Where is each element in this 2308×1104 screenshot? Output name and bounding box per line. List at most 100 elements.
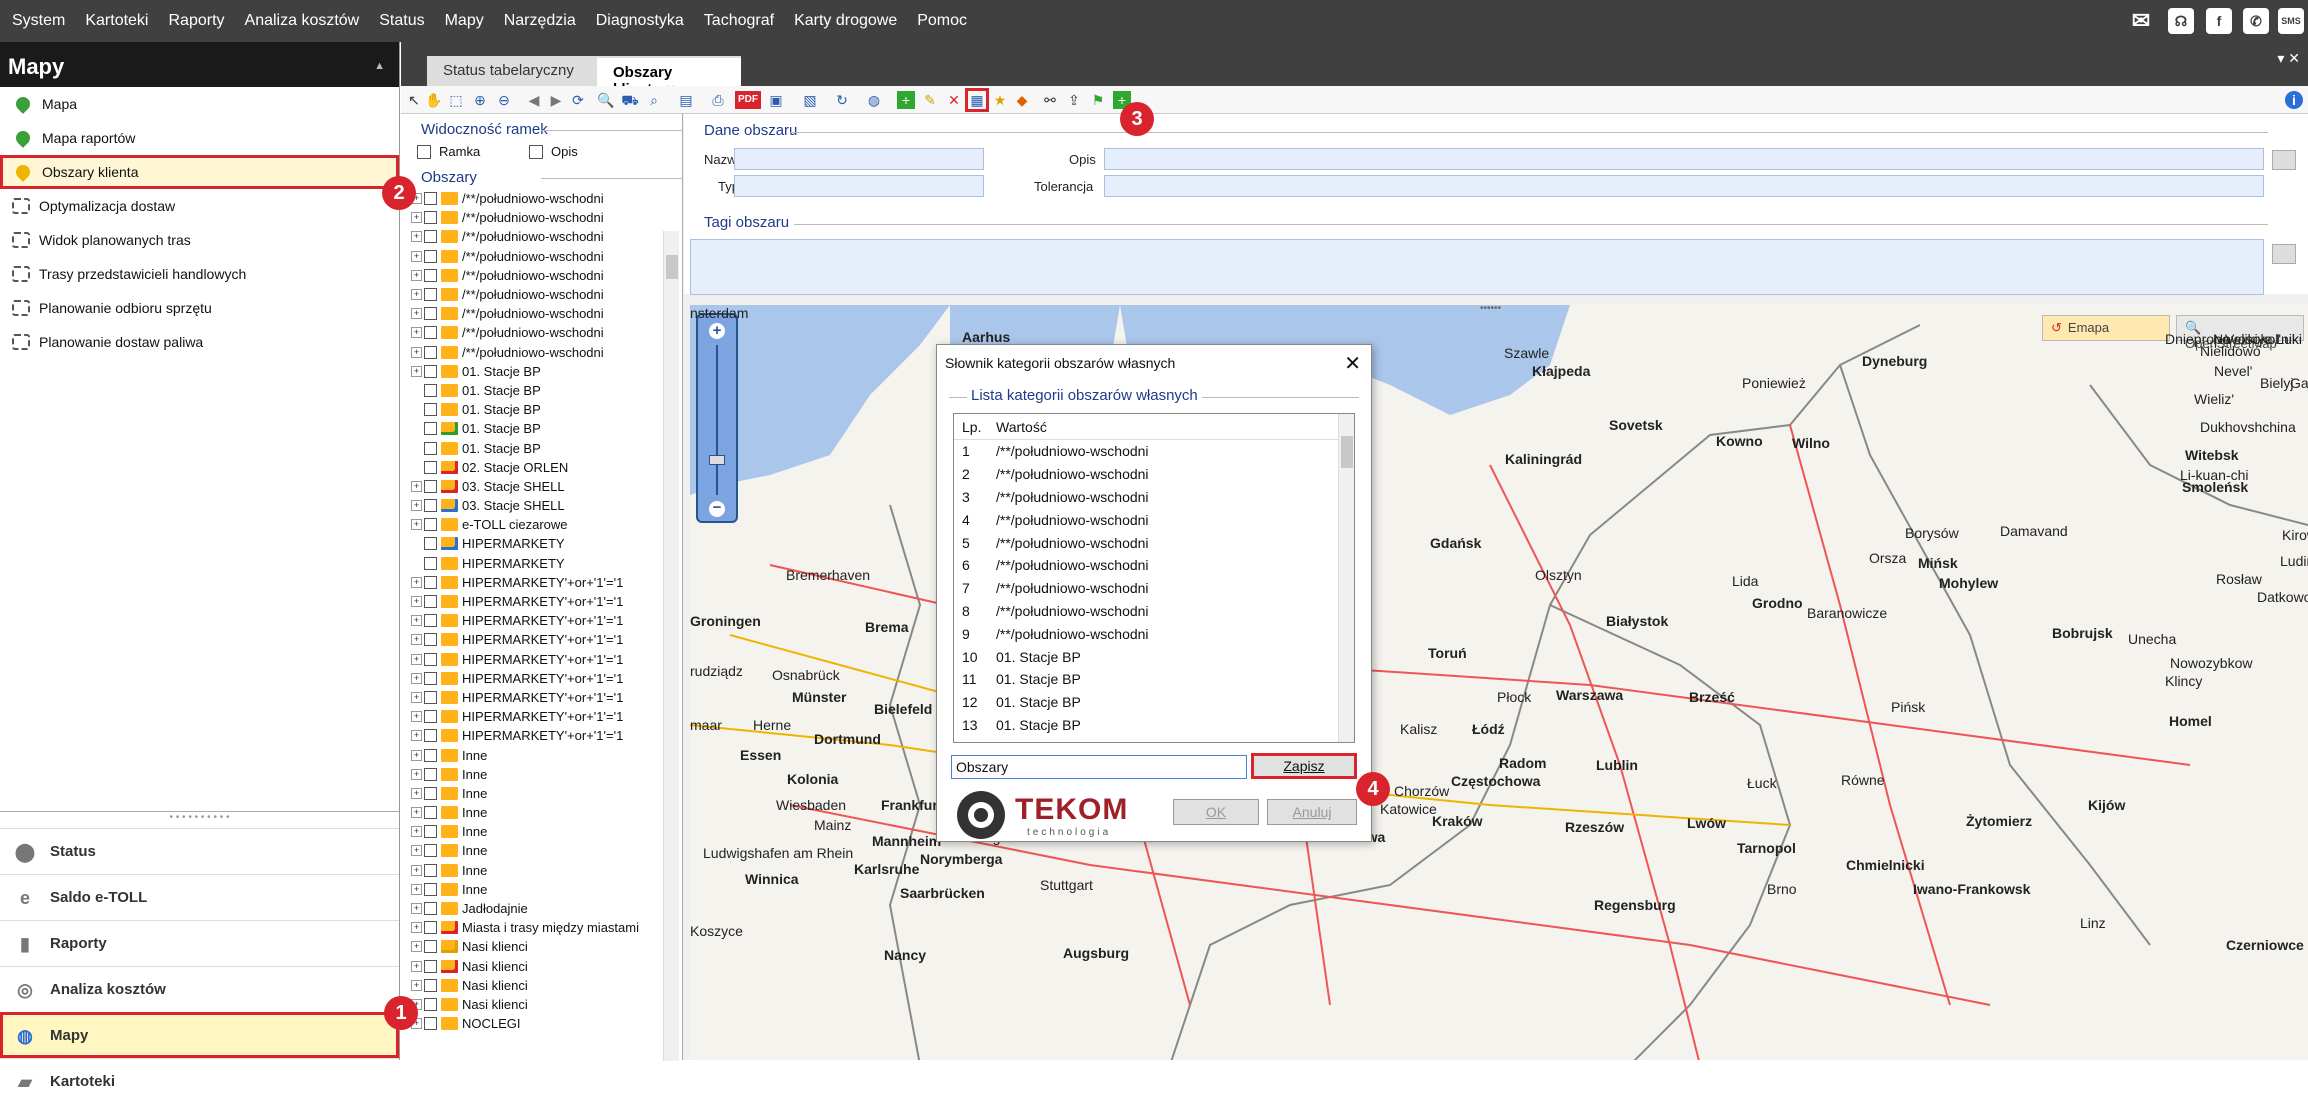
tree-checkbox[interactable] [424, 978, 437, 992]
tree-checkbox[interactable] [424, 537, 437, 551]
bottom-nav-analiza[interactable]: ◎ Analiza kosztów [0, 966, 399, 1012]
facebook-icon[interactable]: f [2206, 8, 2232, 34]
tree-checkbox[interactable] [424, 249, 437, 263]
tree-checkbox[interactable] [424, 825, 437, 839]
zoom-out-icon[interactable]: − [709, 500, 725, 517]
col-lp[interactable]: Lp. [954, 414, 996, 439]
zoom-slider-thumb[interactable] [709, 455, 725, 465]
tree-checkbox[interactable] [424, 997, 437, 1011]
tab-status-tabelaryczny[interactable]: Status tabelaryczny [427, 56, 597, 86]
headset-icon[interactable]: ☊ [2168, 8, 2194, 34]
category-value-input[interactable]: Obszary [951, 755, 1247, 779]
ramka-checkbox[interactable] [417, 144, 431, 159]
tree-checkbox[interactable] [424, 422, 437, 436]
star-icon[interactable]: ★ [991, 91, 1009, 109]
edit-description-icon[interactable] [2272, 150, 2296, 170]
tree-row[interactable]: + HIPERMARKETY'+or+'1'='1 [411, 592, 661, 611]
tree-checkbox[interactable] [424, 518, 437, 532]
expand-icon[interactable]: + [411, 327, 422, 339]
nav-optymalizacja[interactable]: Optymalizacja dostaw [0, 189, 399, 223]
tree-row[interactable]: + Inne [411, 745, 661, 764]
expand-icon[interactable]: + [411, 845, 422, 857]
list-row[interactable]: 7 /**/południowo-wschodni [954, 577, 1354, 600]
tree-row[interactable]: HIPERMARKETY [411, 554, 661, 573]
tree-checkbox[interactable] [424, 652, 437, 666]
tree-row[interactable]: + /**/południowo-wschodni [411, 304, 661, 323]
list-row[interactable]: 4 /**/południowo-wschodni [954, 508, 1354, 531]
tree-checkbox[interactable] [424, 902, 437, 916]
tree-checkbox[interactable] [424, 690, 437, 704]
expand-icon[interactable]: + [411, 749, 422, 761]
tree-checkbox[interactable] [424, 786, 437, 800]
description-input[interactable] [1104, 148, 2264, 170]
ramka-checkbox-row[interactable]: Ramka [417, 144, 480, 159]
tree-checkbox[interactable] [424, 230, 437, 244]
tree-row[interactable]: + Inne [411, 880, 661, 899]
splitter-handle[interactable]: •••••• [1480, 305, 1520, 314]
tag-icon[interactable]: ◆ [1013, 91, 1031, 109]
category-dictionary-icon[interactable]: ▦ [965, 88, 989, 112]
tree-checkbox[interactable] [424, 326, 437, 340]
mail-icon[interactable]: ✉ [2128, 8, 2154, 34]
tree-row[interactable]: + HIPERMARKETY'+or+'1'='1 [411, 630, 661, 649]
nav-mapa-raportow[interactable]: Mapa raportów [0, 121, 399, 155]
expand-icon[interactable]: + [411, 653, 422, 665]
cart-icon[interactable]: ⛟ [621, 91, 639, 109]
nav-odbior-sprzetu[interactable]: Planowanie odbioru sprzętu [0, 291, 399, 325]
tree-checkbox[interactable] [424, 479, 437, 493]
tree-row[interactable]: +03. Stacje SHELL [411, 496, 661, 515]
forward-icon[interactable]: ▶ [547, 91, 565, 109]
collapse-icon[interactable]: ▲ [374, 60, 385, 72]
tree-row[interactable]: + Nasi klienci [411, 937, 661, 956]
list-row[interactable]: 9 /**/południowo-wschodni [954, 622, 1354, 645]
menu-mapy[interactable]: Mapy [435, 12, 494, 30]
bottom-nav-mapy[interactable]: ◍ Mapy [0, 1012, 399, 1058]
expand-icon[interactable]: + [411, 691, 422, 703]
print-icon[interactable]: ⎙ [709, 91, 727, 109]
name-input[interactable] [734, 148, 984, 170]
expand-icon[interactable]: + [411, 250, 422, 262]
tree-row[interactable]: + HIPERMARKETY'+or+'1'='1 [411, 669, 661, 688]
tree-row[interactable]: 01. Stacje BP [411, 438, 661, 457]
expand-icon[interactable]: + [411, 979, 422, 991]
tree-row[interactable]: + Miasta i trasy między miastami [411, 918, 661, 937]
tree-checkbox[interactable] [424, 1017, 437, 1031]
tree-checkbox[interactable] [424, 192, 437, 206]
tree-checkbox[interactable] [424, 806, 437, 820]
import-icon[interactable]: ⇪ [1065, 91, 1083, 109]
expand-icon[interactable]: + [411, 768, 422, 780]
list-scrollbar[interactable] [1338, 414, 1354, 742]
phone-icon[interactable]: ✆ [2243, 8, 2269, 34]
close-icon[interactable]: ✕ [1344, 351, 1361, 376]
tree-checkbox[interactable] [424, 364, 437, 378]
tree-checkbox[interactable] [424, 633, 437, 647]
menu-system[interactable]: System [2, 12, 75, 30]
tree-checkbox[interactable] [424, 460, 437, 474]
menu-narzedzia[interactable]: Narzędzia [494, 12, 586, 30]
expand-icon[interactable]: + [411, 883, 422, 895]
type-input[interactable] [734, 175, 984, 197]
tree-checkbox[interactable] [424, 499, 437, 513]
expand-icon[interactable]: + [411, 289, 422, 301]
hand-icon[interactable]: ✋ [425, 91, 443, 109]
tree-checkbox[interactable] [424, 959, 437, 973]
tree-row[interactable]: + Inne [411, 784, 661, 803]
refresh-area-icon[interactable]: ↻ [833, 91, 851, 109]
scroll-thumb[interactable] [666, 255, 678, 279]
expand-icon[interactable]: + [411, 615, 422, 627]
tree-row[interactable]: + /**/południowo-wschodni [411, 227, 661, 246]
layers-icon[interactable]: ▤ [677, 91, 695, 109]
tree-row[interactable]: + Inne [411, 803, 661, 822]
expand-icon[interactable]: + [411, 787, 422, 799]
zoom-out-icon[interactable]: ⊖ [495, 91, 513, 109]
expand-icon[interactable]: + [411, 922, 422, 934]
tree-row[interactable]: + /**/południowo-wschodni [411, 343, 661, 362]
tree-checkbox[interactable] [424, 268, 437, 282]
list-row[interactable]: 6 /**/południowo-wschodni [954, 554, 1354, 577]
expand-icon[interactable]: + [411, 864, 422, 876]
tree-row[interactable]: + /**/południowo-wschodni [411, 247, 661, 266]
info-icon[interactable]: i [2285, 91, 2303, 109]
tree-checkbox[interactable] [424, 345, 437, 359]
menu-pomoc[interactable]: Pomoc [907, 12, 977, 30]
list-row[interactable]: 3 /**/południowo-wschodni [954, 486, 1354, 509]
